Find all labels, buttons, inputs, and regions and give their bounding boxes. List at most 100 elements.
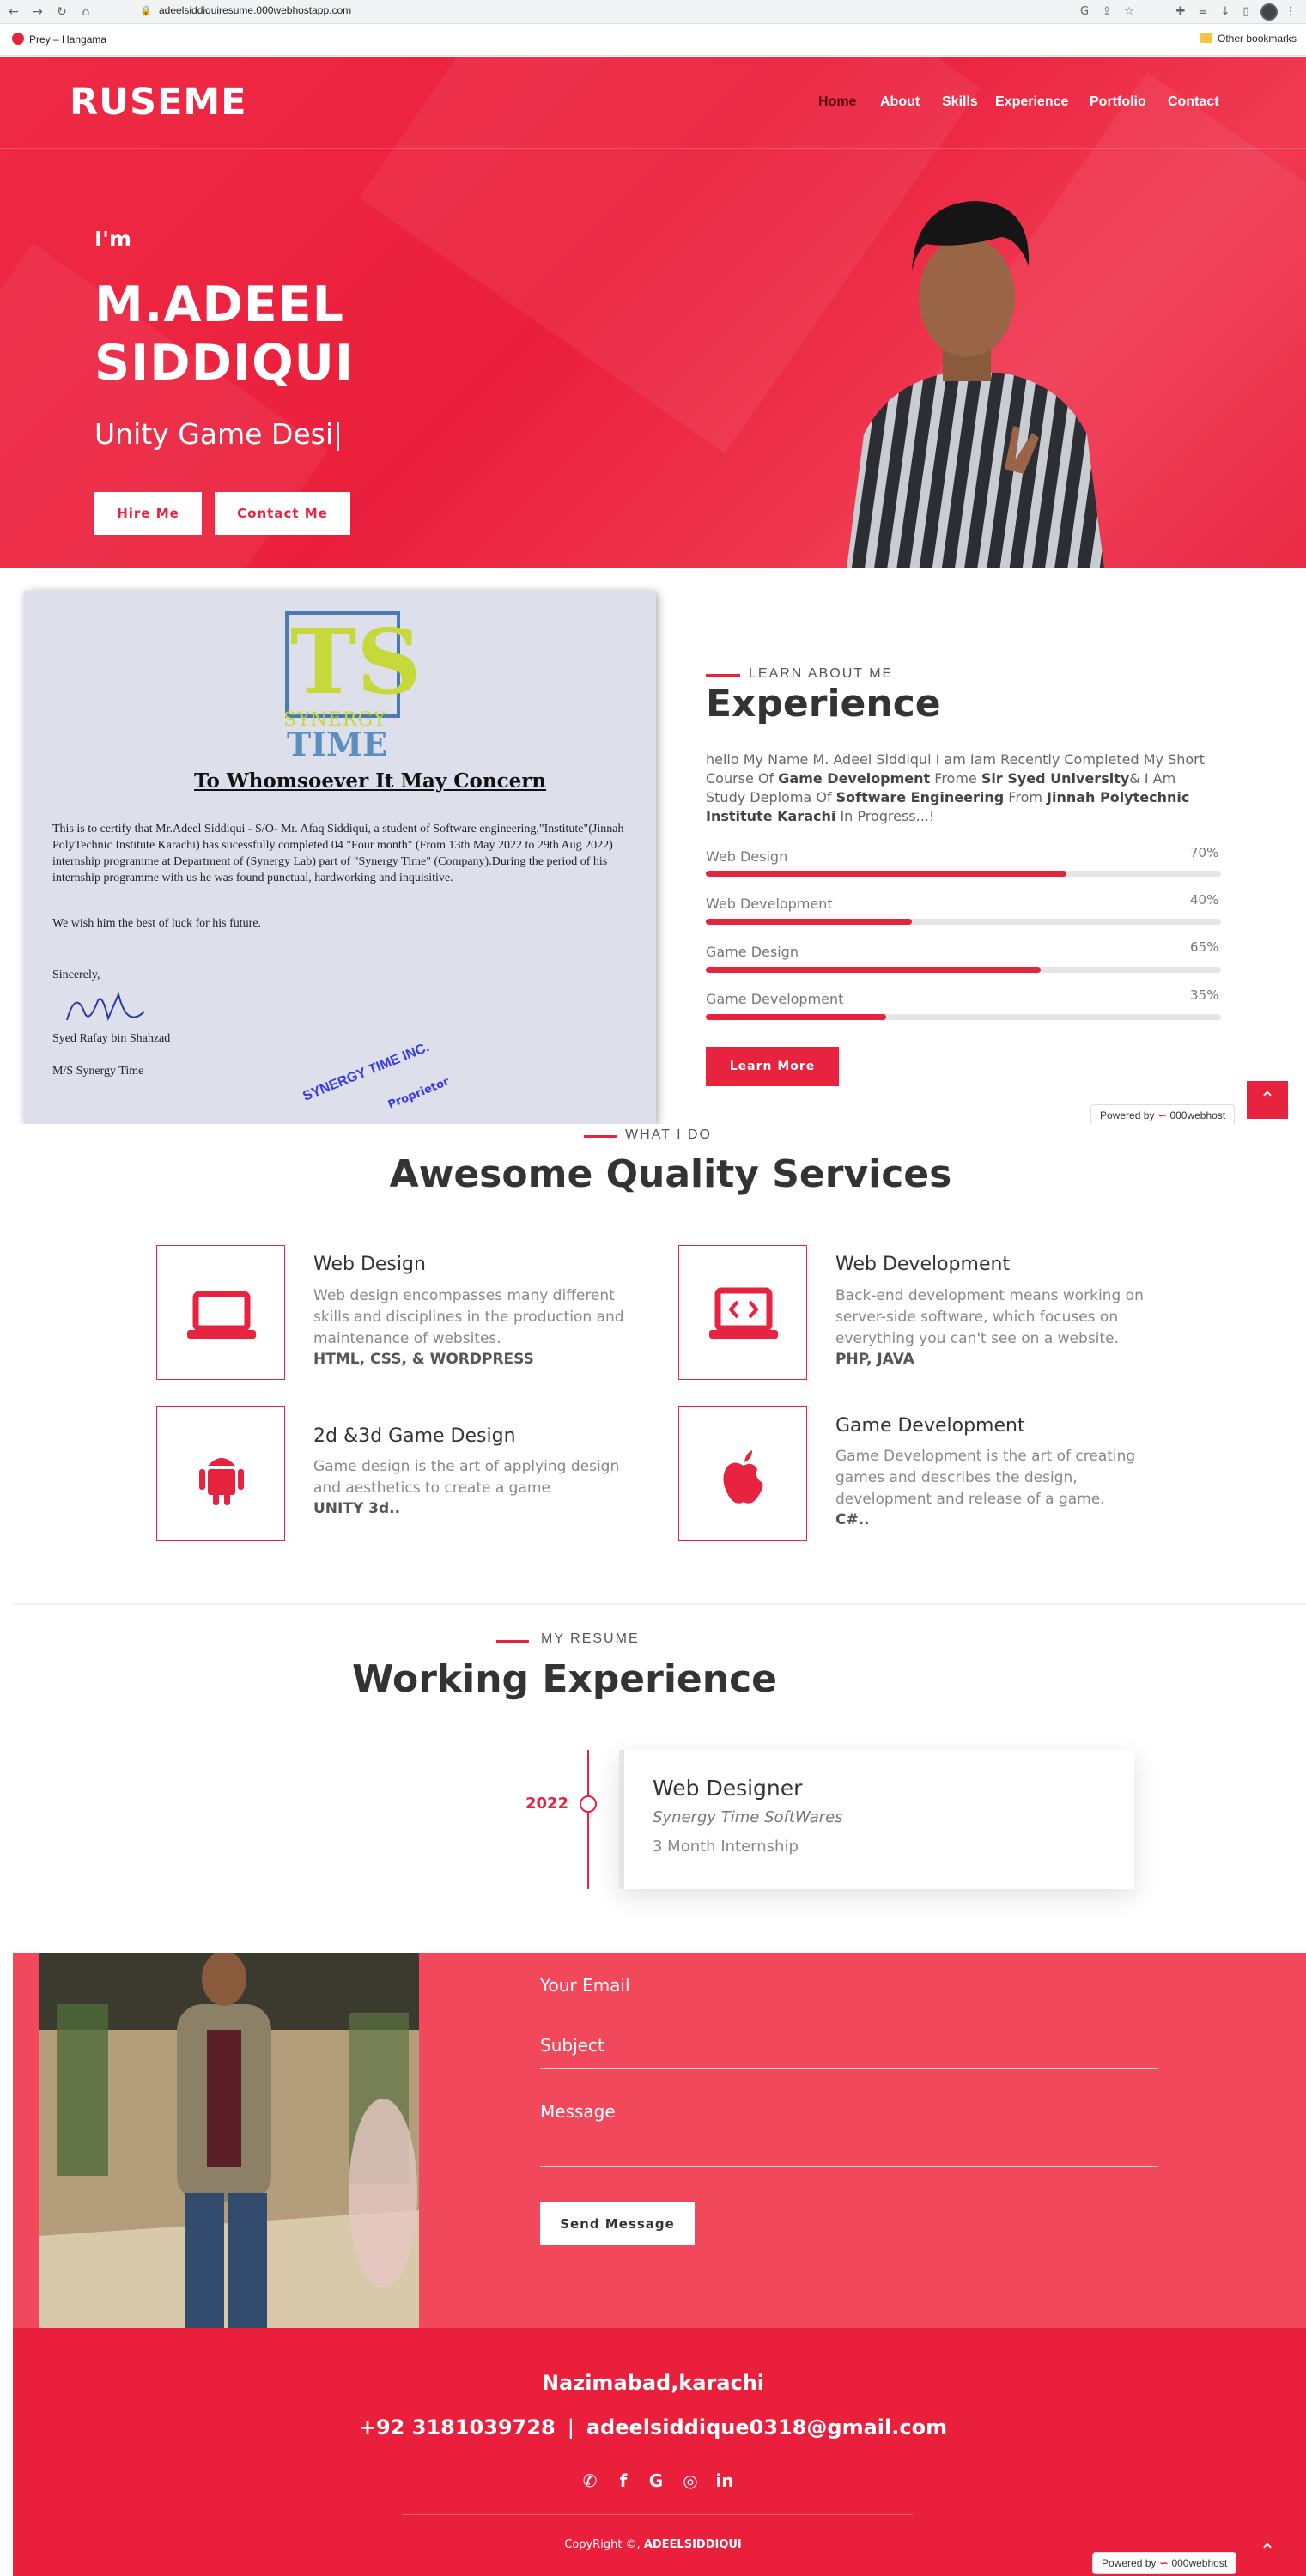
powered-by-label: Powered by xyxy=(1102,2557,1157,2569)
download-icon[interactable]: ↓ xyxy=(1218,4,1233,20)
skill-bar xyxy=(706,919,1221,925)
about-heading: Experience xyxy=(706,682,941,726)
service-title: 2d &3d Game Design xyxy=(313,1425,516,1447)
hero-name-line2: SIDDIQUI xyxy=(94,335,355,392)
hero-name-line1: M.ADEEL xyxy=(94,276,344,333)
url-text[interactable]: adeelsiddiquiresume.000webhostapp.com xyxy=(159,4,351,16)
google-icon[interactable]: G xyxy=(645,2470,667,2492)
skill-bar-fill xyxy=(706,919,912,925)
menu-icon[interactable]: ⋮ xyxy=(1283,4,1298,20)
linkedin-icon[interactable]: in xyxy=(714,2470,736,2492)
google-icon[interactable]: G xyxy=(1077,4,1092,20)
apple-icon xyxy=(679,1407,808,1594)
footer-contact: +92 3181039728 | adeelsiddique0318@gmail.c… xyxy=(0,2415,1306,2439)
back-icon[interactable]: ← xyxy=(5,3,22,21)
service-tech: C#.. xyxy=(835,1511,870,1528)
subject-field[interactable]: Subject xyxy=(540,2035,604,2056)
learn-more-button[interactable]: Learn More xyxy=(706,1047,839,1086)
extensions-icon[interactable]: ✚ xyxy=(1173,4,1188,20)
send-message-button[interactable]: Send Message xyxy=(540,2202,695,2245)
media-icon[interactable]: ≡ xyxy=(1195,4,1211,20)
timeline-dot xyxy=(580,1795,597,1813)
kicker-bar xyxy=(706,674,740,677)
certificate-title: To Whomsoever It May Concern xyxy=(194,769,547,793)
contact-me-button[interactable]: Contact Me xyxy=(215,492,350,535)
services-kicker: WHAT I DO xyxy=(625,1127,712,1142)
service-desc: Web design encompasses many different sk… xyxy=(313,1287,624,1347)
service-icon-box xyxy=(678,1406,807,1541)
share-icon[interactable]: ⇪ xyxy=(1099,4,1115,20)
service-title: Game Development xyxy=(835,1415,1025,1437)
skill-bar-fill xyxy=(706,871,1066,877)
footer-email[interactable]: adeelsiddique0318@gmail.com xyxy=(586,2415,947,2439)
skill-percent: 65% xyxy=(1190,939,1219,955)
profile-avatar[interactable] xyxy=(1260,3,1278,21)
hire-me-button[interactable]: Hire Me xyxy=(94,492,202,535)
bookmark-item[interactable]: Prey – Hangama xyxy=(12,33,106,46)
skill-bar-fill xyxy=(706,1014,886,1020)
job-desc: 3 Month Internship xyxy=(653,1838,799,1856)
reload-icon[interactable]: ↻ xyxy=(53,3,70,21)
message-field[interactable]: Message xyxy=(540,2101,616,2122)
nav-contact[interactable]: Contact xyxy=(1168,94,1219,110)
star-icon[interactable]: ☆ xyxy=(1121,4,1137,20)
back-to-top-button[interactable]: ⌃ xyxy=(1247,2533,1288,2571)
powered-by-brand: 000webhost xyxy=(1171,2557,1228,2569)
sidepanel-icon[interactable]: ▯ xyxy=(1238,4,1254,20)
nav-about[interactable]: About xyxy=(880,94,920,110)
powered-by-label: Powered by xyxy=(1100,1109,1155,1121)
home-icon[interactable]: ⌂ xyxy=(77,3,94,21)
nav-skills[interactable]: Skills xyxy=(942,94,978,110)
service-tech: UNITY 3d.. xyxy=(313,1500,401,1517)
service-tech: HTML, CSS, & WORDPRESS xyxy=(313,1351,534,1368)
signature-image xyxy=(66,991,145,1022)
resume-kicker: MY RESUME xyxy=(541,1631,640,1646)
kicker-bar xyxy=(584,1135,617,1138)
facebook-icon[interactable]: f xyxy=(612,2470,635,2492)
skill-name: Web Development xyxy=(706,896,833,912)
powered-by-badge[interactable]: Powered by ∽ 000webhost xyxy=(1092,2552,1237,2574)
forward-icon[interactable]: → xyxy=(29,3,46,21)
certificate-sincerely: Sincerely, xyxy=(52,969,100,981)
certificate-logo: TS xyxy=(290,609,422,714)
certificate-image: TS SYNERGY TIME To Whomsoever It May Con… xyxy=(24,591,656,1124)
android-icon xyxy=(157,1407,286,1594)
instagram-icon[interactable]: ◎ xyxy=(679,2470,702,2492)
copyright-name: ADEELSIDDIQUI xyxy=(643,2538,742,2551)
copyright-prefix: CopyRight ©, xyxy=(564,2538,644,2551)
footer-phone[interactable]: +92 3181039728 xyxy=(359,2415,556,2439)
certificate-wish: We wish him the best of luck for his fut… xyxy=(52,917,262,930)
phone-icon[interactable]: ✆ xyxy=(579,2470,601,2492)
hero-name: M.ADEEL SIDDIQUI xyxy=(94,276,354,392)
other-bookmarks[interactable]: Other bookmarks xyxy=(1200,33,1297,45)
copyright: CopyRight ©, ADEELSIDDIQUI xyxy=(0,2538,1306,2551)
skill-bar-fill xyxy=(706,967,1041,973)
nav-home[interactable]: Home xyxy=(818,94,856,110)
message-field-underline xyxy=(540,2166,1158,2167)
browser-toolbar: ← → ↻ ⌂ 🔒 adeelsiddiquiresume.000webhost… xyxy=(0,0,1306,24)
about-text-bold: Sir Syed University xyxy=(981,770,1130,787)
contact-photo-image xyxy=(39,1953,419,2328)
timeline-year: 2022 xyxy=(525,1795,569,1813)
footer-divider xyxy=(403,2514,913,2515)
powered-by-brand: 000webhost xyxy=(1169,1109,1226,1121)
nav-experience[interactable]: Experience xyxy=(995,94,1068,110)
site-logo[interactable]: RUSEME xyxy=(70,81,247,124)
nav-portfolio[interactable]: Portfolio xyxy=(1090,94,1146,110)
service-icon-box xyxy=(678,1245,807,1380)
services-heading: Awesome Quality Services xyxy=(389,1152,952,1196)
chevron-up-icon: ⌃ xyxy=(1259,2541,1276,2562)
footer-address: Nazimabad,karachi xyxy=(541,2371,765,2395)
service-icon-box xyxy=(156,1406,285,1541)
skill-name: Game Design xyxy=(706,944,799,960)
folder-icon xyxy=(1200,33,1212,43)
section-divider xyxy=(13,1603,1306,1605)
certificate-logo-time: TIME xyxy=(287,725,388,763)
hero-greeting: I'm xyxy=(94,227,132,252)
skill-percent: 35% xyxy=(1190,987,1219,1003)
back-to-top-button[interactable]: ⌃ xyxy=(1247,1081,1288,1119)
about-text-part: From xyxy=(1004,789,1048,805)
email-field[interactable]: Your Email xyxy=(540,1975,630,1996)
skill-bar xyxy=(706,967,1221,973)
job-company: Synergy Time SoftWares xyxy=(653,1808,843,1826)
